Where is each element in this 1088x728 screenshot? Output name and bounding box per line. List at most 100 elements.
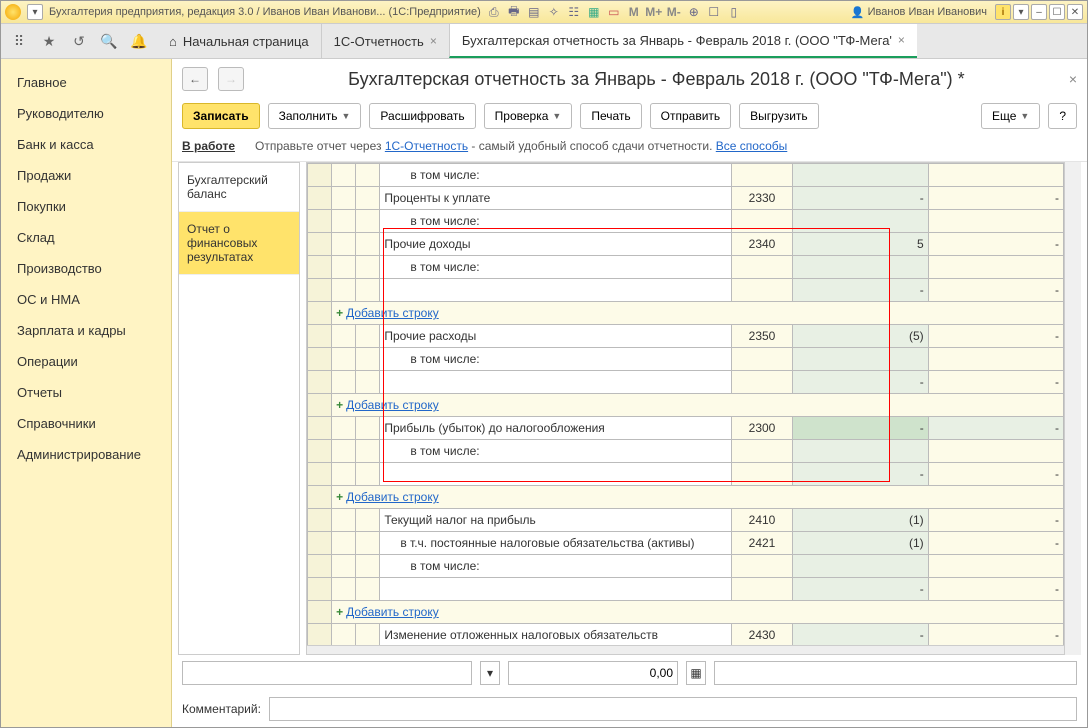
cell[interactable]: 2410: [731, 509, 793, 532]
save-button[interactable]: Записать: [182, 103, 260, 129]
nav-item[interactable]: Администрирование: [1, 439, 171, 470]
h-scrollbar[interactable]: [306, 646, 1065, 655]
panel-icon[interactable]: ☐: [707, 5, 721, 19]
cell[interactable]: Изменение отложенных налоговых обязатель…: [380, 624, 731, 647]
tab-home[interactable]: ⌂ Начальная страница: [157, 24, 321, 58]
cell[interactable]: 2350: [731, 325, 793, 348]
cell[interactable]: -: [928, 371, 1063, 394]
check-button[interactable]: Проверка▼: [484, 103, 573, 129]
m-plus-icon[interactable]: M+: [647, 5, 661, 19]
m-minus-icon[interactable]: M-: [667, 5, 681, 19]
cell[interactable]: в том числе:: [380, 440, 731, 463]
cell[interactable]: (1): [793, 509, 928, 532]
tab-report-active[interactable]: Бухгалтерская отчетность за Январь - Фев…: [449, 24, 917, 58]
aux-input[interactable]: [714, 661, 1077, 685]
numeric-input[interactable]: [508, 661, 678, 685]
link-all-methods[interactable]: Все способы: [716, 139, 788, 153]
cell[interactable]: в том числе:: [380, 164, 731, 187]
cell[interactable]: -: [928, 578, 1063, 601]
cell[interactable]: в том числе:: [380, 348, 731, 371]
info-dd-icon[interactable]: ▾: [1013, 4, 1029, 20]
nav-item[interactable]: Операции: [1, 346, 171, 377]
history-icon[interactable]: ↺: [71, 33, 87, 49]
nav-item[interactable]: Покупки: [1, 191, 171, 222]
combo-dd-icon[interactable]: ▾: [480, 661, 500, 685]
nav-item[interactable]: Справочники: [1, 408, 171, 439]
nav-item[interactable]: ОС и НМА: [1, 284, 171, 315]
close-button[interactable]: ✕: [1067, 4, 1083, 20]
print-button[interactable]: Печать: [580, 103, 641, 129]
calc-icon[interactable]: ▦: [686, 661, 706, 685]
cell[interactable]: -: [793, 279, 928, 302]
clipboard-icon[interactable]: ✧: [547, 5, 561, 19]
more-button[interactable]: Еще▼: [981, 103, 1040, 129]
cell[interactable]: -: [793, 578, 928, 601]
cell[interactable]: Прочие доходы: [380, 233, 731, 256]
cell[interactable]: -: [928, 417, 1063, 440]
cell[interactable]: -: [928, 325, 1063, 348]
cell[interactable]: Текущий налог на прибыль: [380, 509, 731, 532]
add-row-link[interactable]: Добавить строку: [346, 306, 439, 320]
nav-item[interactable]: Главное: [1, 67, 171, 98]
decode-button[interactable]: Расшифровать: [369, 103, 475, 129]
cell[interactable]: -: [793, 624, 928, 647]
cell[interactable]: -: [793, 371, 928, 394]
cell[interactable]: в том числе:: [380, 555, 731, 578]
star-icon[interactable]: ★: [41, 33, 57, 49]
v-scrollbar[interactable]: [1065, 162, 1081, 655]
title-dropdown-icon[interactable]: ▾: [27, 4, 43, 20]
cell[interactable]: в т.ч. постоянные налоговые обязательств…: [380, 532, 731, 555]
cell[interactable]: -: [928, 463, 1063, 486]
nav-item[interactable]: Отчеты: [1, 377, 171, 408]
help-button[interactable]: ?: [1048, 103, 1077, 129]
link-1c[interactable]: 1С-Отчетность: [385, 139, 468, 153]
cell[interactable]: 2330: [731, 187, 793, 210]
cell[interactable]: в том числе:: [380, 210, 731, 233]
nav-item[interactable]: Производство: [1, 253, 171, 284]
bell-icon[interactable]: 🔔: [131, 33, 147, 49]
search-icon[interactable]: 🔍: [101, 33, 117, 49]
comment-input[interactable]: [269, 697, 1077, 721]
cell[interactable]: -: [928, 279, 1063, 302]
save-icon[interactable]: ▤: [527, 5, 541, 19]
combo-input[interactable]: [182, 661, 472, 685]
send-button[interactable]: Отправить: [650, 103, 732, 129]
report-grid[interactable]: в том числе: Проценты к уплате2330-- в т…: [306, 162, 1065, 646]
status-label[interactable]: В работе: [182, 139, 235, 153]
cell[interactable]: в том числе:: [380, 256, 731, 279]
cell[interactable]: -: [928, 532, 1063, 555]
nav-item[interactable]: Руководителю: [1, 98, 171, 129]
nav-item[interactable]: Зарплата и кадры: [1, 315, 171, 346]
add-row-link[interactable]: Добавить строку: [346, 398, 439, 412]
cell[interactable]: (5): [793, 325, 928, 348]
fill-button[interactable]: Заполнить▼: [268, 103, 362, 129]
section-fin-results[interactable]: Отчет о финансовых результатах: [179, 212, 299, 275]
back-button[interactable]: ←: [182, 67, 208, 91]
printer-icon[interactable]: 🖶: [507, 5, 521, 19]
maximize-button[interactable]: ☐: [1049, 4, 1065, 20]
forward-button[interactable]: →: [218, 67, 244, 91]
cell[interactable]: -: [793, 463, 928, 486]
db-icon[interactable]: ▯: [727, 5, 741, 19]
minimize-button[interactable]: –: [1031, 4, 1047, 20]
add-row-link[interactable]: Добавить строку: [346, 490, 439, 504]
section-balance[interactable]: Бухгалтерский баланс: [179, 163, 299, 212]
nav-item[interactable]: Склад: [1, 222, 171, 253]
cell[interactable]: -: [793, 417, 928, 440]
add-row-link[interactable]: Добавить строку: [346, 605, 439, 619]
tab-reporting[interactable]: 1С-Отчетность ×: [321, 24, 449, 58]
cell[interactable]: 2430: [731, 624, 793, 647]
cell[interactable]: 2421: [731, 532, 793, 555]
close-icon[interactable]: ×: [898, 33, 905, 47]
page-close-button[interactable]: ×: [1069, 71, 1077, 87]
zoom-icon[interactable]: ⊕: [687, 5, 701, 19]
cell[interactable]: -: [928, 233, 1063, 256]
cell[interactable]: -: [928, 509, 1063, 532]
cell[interactable]: (1): [793, 532, 928, 555]
cell[interactable]: 2340: [731, 233, 793, 256]
user-block[interactable]: 👤 Иванов Иван Иванович: [851, 6, 993, 19]
cell[interactable]: -: [928, 624, 1063, 647]
cell[interactable]: Проценты к уплате: [380, 187, 731, 210]
grid-icon[interactable]: ▦: [587, 5, 601, 19]
cell[interactable]: Прибыль (убыток) до налогообложения: [380, 417, 731, 440]
